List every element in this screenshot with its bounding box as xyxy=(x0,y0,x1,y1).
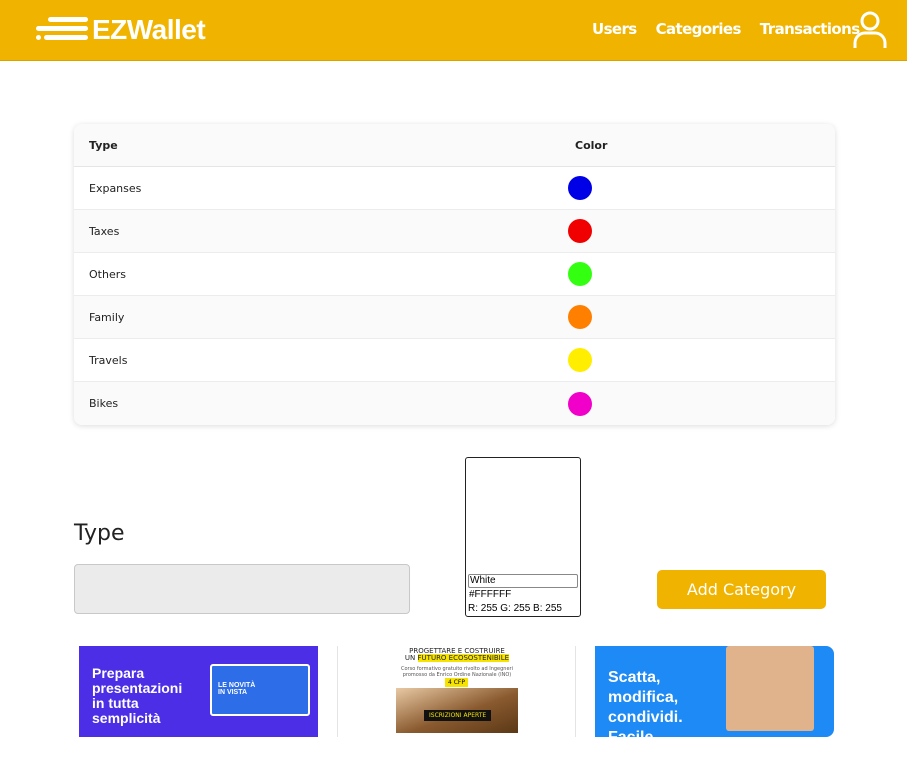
table-header: Type Color xyxy=(74,124,835,167)
category-color-swatch xyxy=(568,305,592,329)
table-row: Others xyxy=(74,253,835,296)
category-color-swatch xyxy=(568,219,592,243)
table-row: Taxes xyxy=(74,210,835,253)
ad-cta[interactable]: ISCRIZIONI APERTE xyxy=(424,710,492,721)
navbar: EZWallet Users Categories Transactions xyxy=(0,0,907,61)
table-row: Expanses xyxy=(74,167,835,210)
column-header-type: Type xyxy=(89,139,118,152)
ad-headline: Prepara presentazioni in tutta semplicit… xyxy=(92,665,183,726)
ad-course[interactable]: PROGETTARE E COSTRUIRE UN FUTURO ECOSOST… xyxy=(337,646,576,737)
category-type: Expanses xyxy=(89,181,142,195)
ad-image-tag: LE NOVITÀ IN VISTA xyxy=(218,682,256,696)
category-color-swatch xyxy=(568,262,592,286)
category-color-swatch xyxy=(568,391,592,416)
category-type: Taxes xyxy=(89,224,120,238)
ad-subtitle: UN FUTURO ECOSOSTENIBILE xyxy=(338,654,575,662)
ad-subtitle-prefix: UN xyxy=(404,654,418,662)
ad-presentations[interactable]: Prepara presentazioni in tutta semplicit… xyxy=(79,646,318,737)
category-type: Bikes xyxy=(89,397,119,410)
ad-photo-editing[interactable]: Scatta, modifica, condividi. Facile xyxy=(595,646,834,737)
column-header-color: Color xyxy=(575,139,608,152)
category-type: Others xyxy=(89,267,126,281)
category-type: Travels xyxy=(89,353,128,367)
category-type: Family xyxy=(89,310,125,324)
color-rgb-value: R: 255 G: 255 B: 255 xyxy=(468,603,562,614)
user-icon[interactable] xyxy=(852,10,888,50)
color-name-field[interactable]: White xyxy=(468,574,578,588)
ad-subtitle-highlight: FUTURO ECOSOSTENIBILE xyxy=(417,654,510,662)
brand-logo[interactable]: EZWallet xyxy=(36,14,206,46)
table-body: Expanses Taxes Others Family Travels Bikes xyxy=(74,167,835,425)
color-hex-value: #FFFFFF xyxy=(469,589,512,600)
type-input[interactable] xyxy=(74,564,410,614)
nav-link-transactions[interactable]: Transactions xyxy=(760,20,860,38)
type-label: Type xyxy=(74,521,125,546)
nav-link-categories[interactable]: Categories xyxy=(656,20,742,38)
table-row: Travels xyxy=(74,339,835,382)
brand-name: EZWallet xyxy=(92,14,206,45)
ad-body: Corso formativo gratuito rivolto ad Inge… xyxy=(400,666,513,678)
category-color-swatch xyxy=(568,176,592,200)
table-row: Bikes xyxy=(74,382,835,425)
nav-link-users[interactable]: Users xyxy=(592,20,637,38)
ad-image: LE NOVITÀ IN VISTA xyxy=(210,664,310,716)
ad-price-badge: 4 CFP xyxy=(445,678,468,687)
table-row: Family xyxy=(74,296,835,339)
category-color-swatch xyxy=(568,348,592,372)
nav-links: Users Categories Transactions xyxy=(592,20,860,38)
add-category-button[interactable]: Add Category xyxy=(657,570,826,609)
color-picker[interactable]: White #FFFFFF R: 255 G: 255 B: 255 xyxy=(465,457,581,617)
ad-image xyxy=(726,646,814,731)
ad-banner[interactable]: Prepara presentazioni in tutta semplicit… xyxy=(79,646,834,737)
logo-lines-icon xyxy=(36,15,88,45)
categories-table: Type Color Expanses Taxes Others Family Trav… xyxy=(74,124,835,425)
ad-headline: Scatta, modifica, condividi. Facile xyxy=(608,669,683,737)
